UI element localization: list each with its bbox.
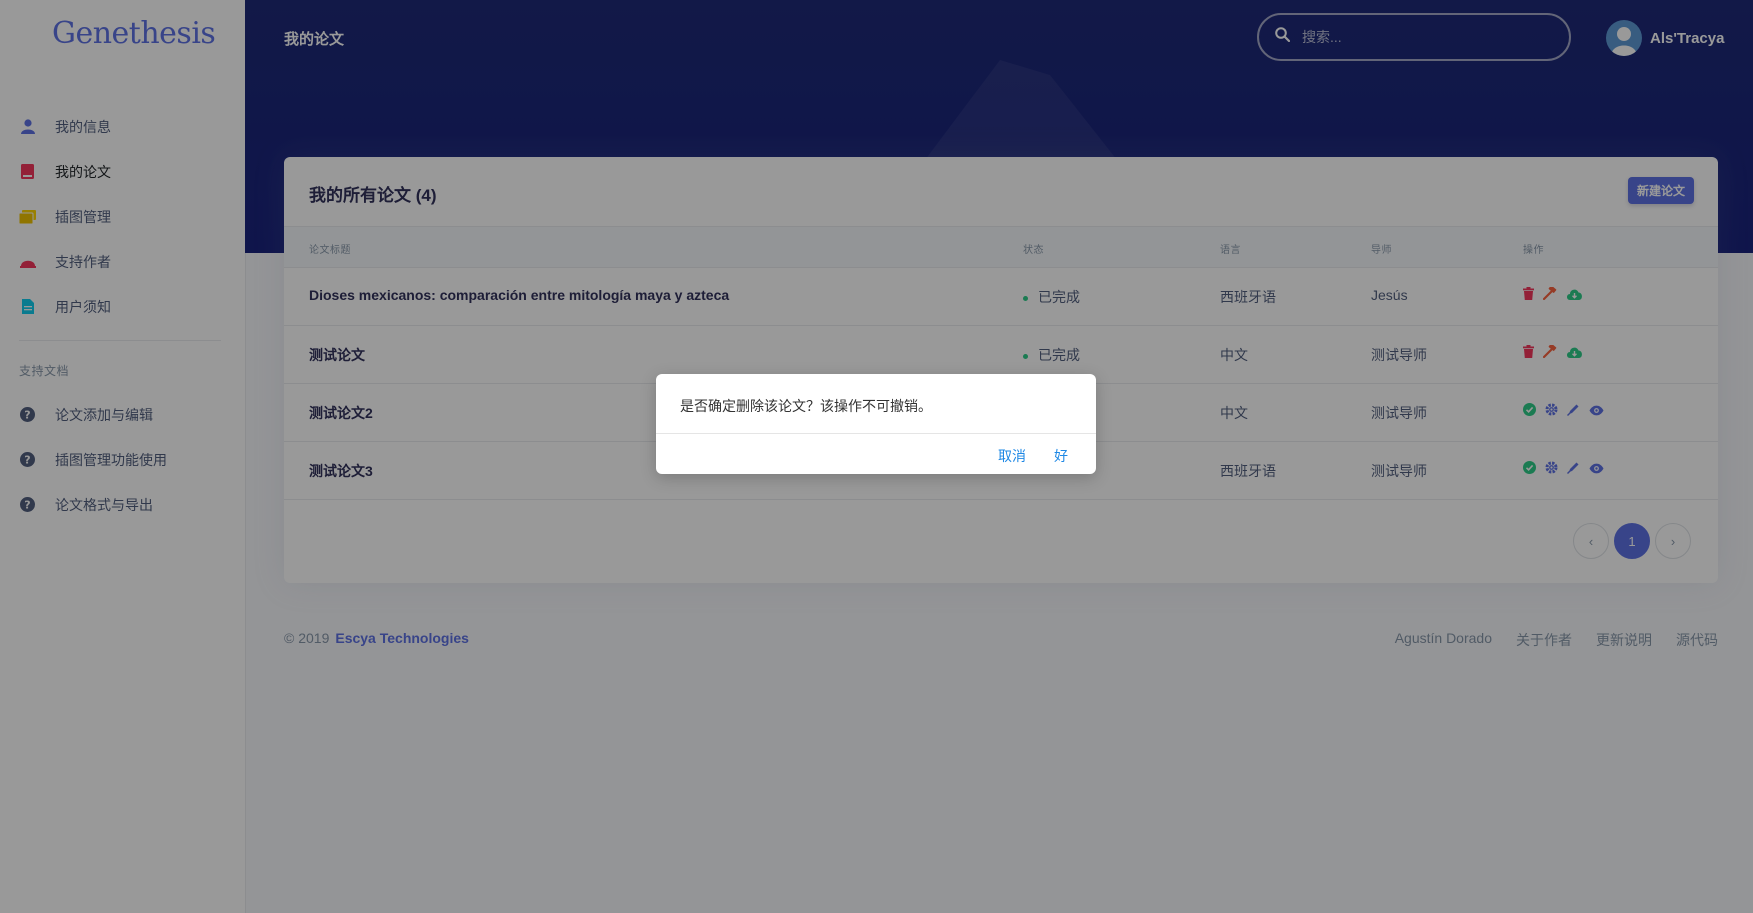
ok-button[interactable]: 好 bbox=[1054, 446, 1068, 466]
cancel-button[interactable]: 取消 bbox=[998, 446, 1026, 466]
dialog-divider bbox=[656, 433, 1096, 434]
dialog-message: 是否确定删除该论文？该操作不可撤销。 bbox=[680, 398, 932, 414]
confirm-delete-dialog: 是否确定删除该论文？该操作不可撤销。 取消 好 bbox=[656, 374, 1096, 474]
